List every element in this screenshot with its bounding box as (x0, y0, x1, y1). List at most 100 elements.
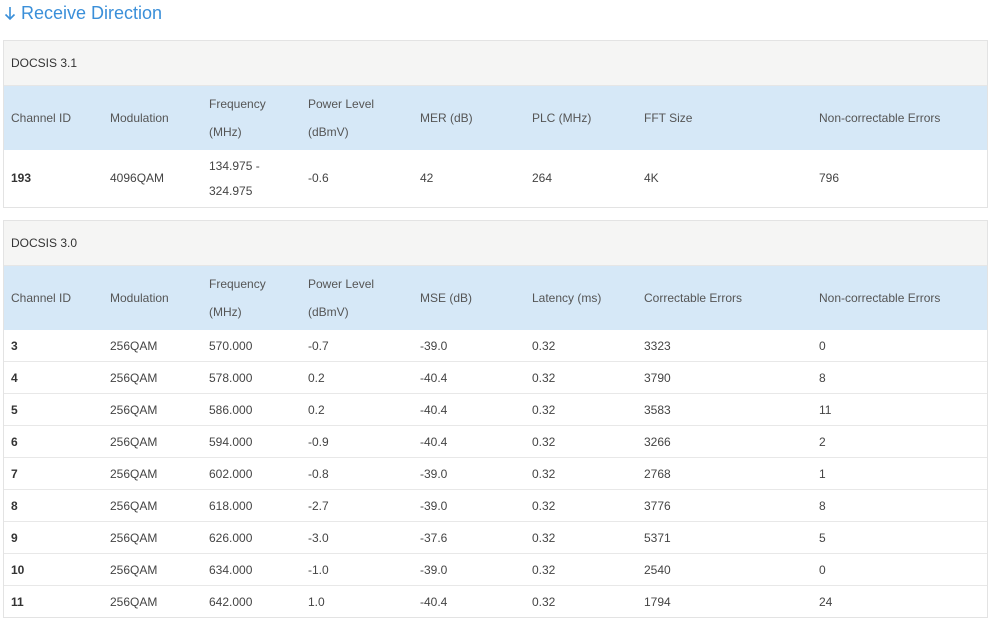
table-cell: 0.32 (525, 457, 637, 490)
column-header: Correctable Errors (644, 291, 743, 305)
table-cell: 0.32 (532, 594, 556, 609)
table-cell: 5371 (637, 521, 812, 554)
table-cell: 586.000 (202, 393, 301, 426)
table-cell: 634.000 (202, 553, 301, 586)
column-header: Non-correctable Errors (819, 291, 941, 305)
table-cell: -40.4 (413, 361, 525, 394)
table-cell: 256QAM (103, 457, 202, 490)
table-cell: 24 (819, 594, 833, 609)
table-cell: -0.9 (301, 425, 413, 458)
table-cell: 3776 (637, 489, 812, 522)
table-cell: 1794 (644, 594, 671, 609)
docsis30-title: DOCSIS 3.0 (4, 221, 987, 266)
docsis31-title: DOCSIS 3.1 (4, 41, 987, 86)
channel-id-cell: 9 (4, 521, 103, 554)
table-row: 3 256QAM 570.000 -0.7 -39.0 0.32 3323 0 (4, 330, 987, 362)
table-cell: 0 (812, 330, 987, 362)
table-cell: 578.000 (202, 361, 301, 394)
channel-id-cell: 193 (11, 171, 32, 185)
receive-direction-toggle[interactable]: Receive Direction (3, 0, 162, 26)
channel-id-cell: 4 (4, 361, 103, 394)
table-cell: -1.0 (301, 553, 413, 586)
table-cell: -0.7 (301, 330, 413, 362)
table-cell: 3790 (637, 361, 812, 394)
table-cell: 0 (812, 553, 987, 586)
docsis31-table: Channel ID Modulation Frequency (MHz) Power… (4, 86, 987, 207)
table-cell: 256QAM (110, 594, 158, 609)
table-cell: 602.000 (202, 457, 301, 490)
table-cell: 1.0 (308, 594, 325, 609)
table-cell: -40.4 (413, 393, 525, 426)
column-header: Channel ID (11, 111, 72, 125)
table-cell: 0.2 (301, 361, 413, 394)
docsis30-header-row: Channel ID Modulation Frequency (MHz) Power… (4, 266, 987, 330)
column-header: Latency (ms) (532, 291, 602, 305)
table-cell: 4096QAM (110, 171, 165, 185)
column-header: Modulation (110, 111, 169, 125)
table-cell: -39.0 (413, 457, 525, 490)
table-cell: 8 (812, 361, 987, 394)
table-cell: -40.4 (413, 425, 525, 458)
column-header: Modulation (110, 291, 169, 305)
table-row: 10 256QAM 634.000 -1.0 -39.0 0.32 2540 0 (4, 553, 987, 586)
table-cell: 256QAM (103, 521, 202, 554)
table-row: 11 256QAM 642.000 1.0 -40.4 0.32 1794 24 (4, 586, 987, 618)
section-title: Receive Direction (21, 2, 163, 23)
table-cell: 0.32 (525, 361, 637, 394)
table-cell: 618.000 (202, 489, 301, 522)
table-cell: 256QAM (103, 330, 202, 362)
table-cell: 264 (532, 171, 553, 185)
channel-id-cell: 11 (11, 594, 24, 609)
table-cell: 0.32 (525, 521, 637, 554)
channel-id-cell: 8 (4, 489, 103, 522)
table-cell: 2540 (637, 553, 812, 586)
table-cell: 642.000 (209, 594, 253, 609)
channel-id-cell: 3 (4, 330, 103, 362)
table-cell: 0.32 (525, 393, 637, 426)
column-header: Channel ID (11, 291, 72, 305)
column-header: Power Level (dBmV) (308, 277, 375, 319)
column-header: MER (dB) (420, 111, 473, 125)
table-cell: 594.000 (202, 425, 301, 458)
table-cell: 256QAM (103, 489, 202, 522)
table-cell: 8 (812, 489, 987, 522)
channel-id-cell: 5 (4, 393, 103, 426)
column-header: FFT Size (644, 111, 693, 125)
table-cell: 0.32 (525, 489, 637, 522)
table-cell: 3266 (637, 425, 812, 458)
table-cell: 626.000 (202, 521, 301, 554)
docsis30-table: Channel ID Modulation Frequency (MHz) Power… (4, 266, 987, 617)
table-row: 193 4096QAM 134.975 - 324.975 -0.6 42 264 4K 79… (4, 150, 987, 207)
column-header: Frequency (MHz) (209, 97, 266, 139)
table-cell: 3583 (637, 393, 812, 426)
table-cell: 134.975 - 324.975 (209, 158, 260, 198)
table-cell: -37.6 (413, 521, 525, 554)
table-cell: 0.32 (525, 330, 637, 362)
column-header: PLC (MHz) (532, 111, 592, 125)
table-cell: -3.0 (301, 521, 413, 554)
channel-id-cell: 7 (4, 457, 103, 490)
column-header: Power Level (dBmV) (308, 97, 375, 139)
table-cell: 3323 (637, 330, 812, 362)
table-cell: 1 (812, 457, 987, 490)
table-cell: 0.32 (525, 425, 637, 458)
table-row: 7 256QAM 602.000 -0.8 -39.0 0.32 2768 1 (4, 457, 987, 490)
table-cell: 796 (819, 171, 840, 185)
table-cell: -0.8 (301, 457, 413, 490)
docsis31-header-row: Channel ID Modulation Frequency (MHz) Power… (4, 86, 987, 150)
table-row: 9 256QAM 626.000 -3.0 -37.6 0.32 5371 5 (4, 521, 987, 554)
table-cell: 256QAM (103, 361, 202, 394)
table-cell: 256QAM (103, 425, 202, 458)
table-cell: -39.0 (413, 489, 525, 522)
table-row: 5 256QAM 586.000 0.2 -40.4 0.32 3583 11 (4, 393, 987, 426)
table-cell: -0.6 (308, 171, 329, 185)
table-cell: 256QAM (103, 393, 202, 426)
table-row: 4 256QAM 578.000 0.2 -40.4 0.32 3790 8 (4, 361, 987, 394)
table-row: 6 256QAM 594.000 -0.9 -40.4 0.32 3266 2 (4, 425, 987, 458)
table-cell: 42 (420, 171, 434, 185)
table-cell: -40.4 (420, 594, 448, 609)
table-cell: 11 (812, 393, 987, 426)
table-cell: -39.0 (413, 553, 525, 586)
table-cell: 4K (644, 171, 659, 185)
table-cell: 5 (812, 521, 987, 554)
